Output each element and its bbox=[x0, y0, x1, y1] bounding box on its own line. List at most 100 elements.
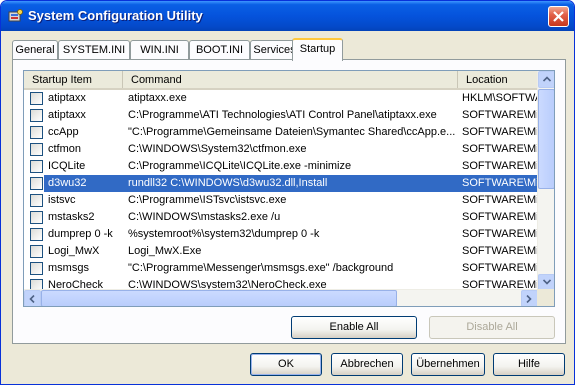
tab-boot-ini[interactable]: BOOT.INI bbox=[189, 40, 250, 60]
startup-item-name: ICQLite bbox=[48, 160, 86, 172]
startup-list[interactable]: Startup Item Command Location atiptaxx at… bbox=[23, 70, 555, 307]
enable-checkbox[interactable] bbox=[30, 92, 43, 105]
list-item[interactable]: mstasks2 C:\WINDOWS\mstasks2.exe /u SOFTWA… bbox=[24, 209, 538, 226]
disable-all-button: Disable All bbox=[429, 316, 555, 339]
window-title: System Configuration Utility bbox=[28, 8, 203, 23]
startup-location: SOFTWARE\Mic bbox=[462, 160, 538, 172]
startup-item-name: d3wu32 bbox=[48, 177, 87, 189]
chevron-left-icon bbox=[29, 295, 35, 303]
tab-label: BOOT.INI bbox=[195, 44, 244, 56]
list-item[interactable]: Logi_MwX Logi_MwX.Exe SOFTWARE\Mic bbox=[24, 243, 538, 260]
column-location[interactable]: Location bbox=[458, 71, 538, 88]
startup-command: C:\Programme\ATI Technologies\ATI Contro… bbox=[128, 109, 437, 121]
enable-checkbox[interactable] bbox=[30, 126, 43, 139]
enable-checkbox[interactable] bbox=[30, 245, 43, 258]
startup-item-name: atiptaxx bbox=[48, 109, 86, 121]
list-item[interactable]: d3wu32 rundll32 C:\WINDOWS\d3wu32.dll,Ins… bbox=[24, 175, 538, 192]
startup-command: C:\Programme\ISTsvc\istsvc.exe bbox=[128, 194, 287, 206]
button-label: Hilfe bbox=[517, 358, 540, 370]
tab-system-ini[interactable]: SYSTEM.INI bbox=[58, 40, 130, 60]
startup-panel: Startup Item Command Location atiptaxx at… bbox=[12, 59, 566, 344]
help-button[interactable]: Hilfe bbox=[493, 353, 565, 376]
tab-label: WIN.INI bbox=[140, 44, 179, 56]
list-item[interactable]: msmsgs "C:\Programme\Messenger\msmsgs.exe… bbox=[24, 260, 538, 277]
ok-button[interactable]: OK bbox=[250, 353, 322, 376]
list-item[interactable]: dumprep 0 -k %systemroot%\system32\dumpre… bbox=[24, 226, 538, 243]
enable-checkbox[interactable] bbox=[30, 160, 43, 173]
startup-location: SOFTWARE\Mic bbox=[462, 211, 538, 223]
system-configuration-window: System Configuration Utility General SYS… bbox=[0, 0, 575, 385]
close-icon bbox=[553, 11, 564, 22]
list-item[interactable]: ICQLite C:\Programme\ICQLite\ICQLite.exe … bbox=[24, 158, 538, 175]
startup-command: rundll32 C:\WINDOWS\d3wu32.dll,Install bbox=[128, 177, 328, 189]
enable-checkbox[interactable] bbox=[30, 109, 43, 122]
startup-item-name: ctfmon bbox=[48, 143, 82, 155]
column-label: Location bbox=[466, 74, 508, 86]
startup-item-name: atiptaxx bbox=[48, 92, 86, 104]
column-command[interactable]: Command bbox=[123, 71, 458, 88]
startup-location: SOFTWARE\Mic bbox=[462, 126, 538, 138]
list-item[interactable]: istsvc C:\Programme\ISTsvc\istsvc.exe SOFT… bbox=[24, 192, 538, 209]
chevron-right-icon bbox=[526, 295, 532, 303]
startup-item-name: Logi_MwX bbox=[48, 245, 100, 257]
title-bar[interactable]: System Configuration Utility bbox=[1, 1, 574, 31]
button-label: Abbrechen bbox=[340, 358, 394, 370]
scroll-left-button[interactable] bbox=[24, 290, 41, 306]
msconfig-icon bbox=[8, 9, 23, 23]
list-item[interactable]: ccApp "C:\Programme\Gemeinsame Dateien\Sy… bbox=[24, 124, 538, 141]
tab-win-ini[interactable]: WIN.INI bbox=[130, 40, 189, 60]
column-label: Command bbox=[131, 74, 182, 86]
vertical-scroll-thumb[interactable] bbox=[538, 89, 554, 189]
enable-checkbox[interactable] bbox=[30, 177, 43, 190]
startup-location: SOFTWARE\Mic bbox=[462, 177, 538, 189]
startup-command: "C:\Programme\Gemeinsame Dateien\Symante… bbox=[128, 126, 456, 138]
list-item[interactable]: atiptaxx C:\Programme\ATI Technologies\AT… bbox=[24, 107, 538, 124]
list-item[interactable]: atiptaxx atiptaxx.exe HKLM\SOFTWA bbox=[24, 90, 538, 107]
button-label: Enable All bbox=[329, 321, 379, 333]
vertical-scrollbar[interactable] bbox=[537, 71, 554, 291]
list-item[interactable]: ctfmon C:\WINDOWS\System32\ctfmon.exe SOFT… bbox=[24, 141, 538, 158]
enable-checkbox[interactable] bbox=[30, 211, 43, 224]
enable-checkbox[interactable] bbox=[30, 262, 43, 275]
tab-label: SYSTEM.INI bbox=[62, 44, 126, 56]
button-label: Disable All bbox=[466, 321, 518, 333]
chevron-up-icon bbox=[543, 76, 551, 82]
startup-command: C:\Programme\ICQLite\ICQLite.exe -minimi… bbox=[128, 160, 352, 172]
cancel-button[interactable]: Abbrechen bbox=[331, 353, 403, 376]
startup-item-name: mstasks2 bbox=[48, 211, 95, 223]
startup-item-name: msmsgs bbox=[48, 262, 89, 274]
startup-location: SOFTWARE\Mic bbox=[462, 262, 538, 274]
tab-label: Services bbox=[253, 44, 296, 56]
enable-checkbox[interactable] bbox=[30, 228, 43, 241]
column-label: Startup Item bbox=[32, 74, 92, 86]
column-startup-item[interactable]: Startup Item bbox=[24, 71, 123, 88]
list-header: Startup Item Command Location bbox=[24, 71, 538, 90]
scroll-up-button[interactable] bbox=[538, 71, 554, 88]
enable-checkbox[interactable] bbox=[30, 143, 43, 156]
tab-label: Startup bbox=[299, 43, 336, 55]
enable-checkbox[interactable] bbox=[30, 194, 43, 207]
startup-location: SOFTWARE\Mic bbox=[462, 109, 538, 121]
startup-item-name: dumprep 0 -k bbox=[48, 228, 113, 240]
startup-command: C:\WINDOWS\mstasks2.exe /u bbox=[128, 211, 281, 223]
tab-label: General bbox=[15, 44, 55, 56]
scroll-right-button[interactable] bbox=[521, 290, 538, 306]
scroll-corner bbox=[537, 289, 554, 306]
startup-location: SOFTWARE\Mic bbox=[462, 143, 538, 155]
button-label: Übernehmen bbox=[416, 358, 480, 370]
startup-location: SOFTWARE\Mic bbox=[462, 228, 538, 240]
horizontal-scrollbar[interactable] bbox=[24, 289, 538, 306]
tab-general[interactable]: General bbox=[12, 40, 58, 60]
startup-command: C:\WINDOWS\System32\ctfmon.exe bbox=[128, 143, 307, 155]
enable-all-button[interactable]: Enable All bbox=[291, 316, 417, 339]
apply-button[interactable]: Übernehmen bbox=[411, 353, 485, 376]
button-label: OK bbox=[278, 358, 294, 370]
horizontal-scroll-thumb[interactable] bbox=[41, 290, 397, 306]
startup-location: HKLM\SOFTWA bbox=[462, 92, 538, 104]
startup-command: "C:\Programme\Messenger\msmsgs.exe" /bac… bbox=[128, 262, 394, 274]
startup-location: SOFTWARE\Mic bbox=[462, 194, 538, 206]
close-button[interactable] bbox=[548, 6, 569, 27]
tab-startup[interactable]: Startup bbox=[292, 38, 343, 61]
startup-command: %systemroot%\system32\dumprep 0 -k bbox=[128, 228, 320, 240]
startup-item-name: ccApp bbox=[48, 126, 79, 138]
